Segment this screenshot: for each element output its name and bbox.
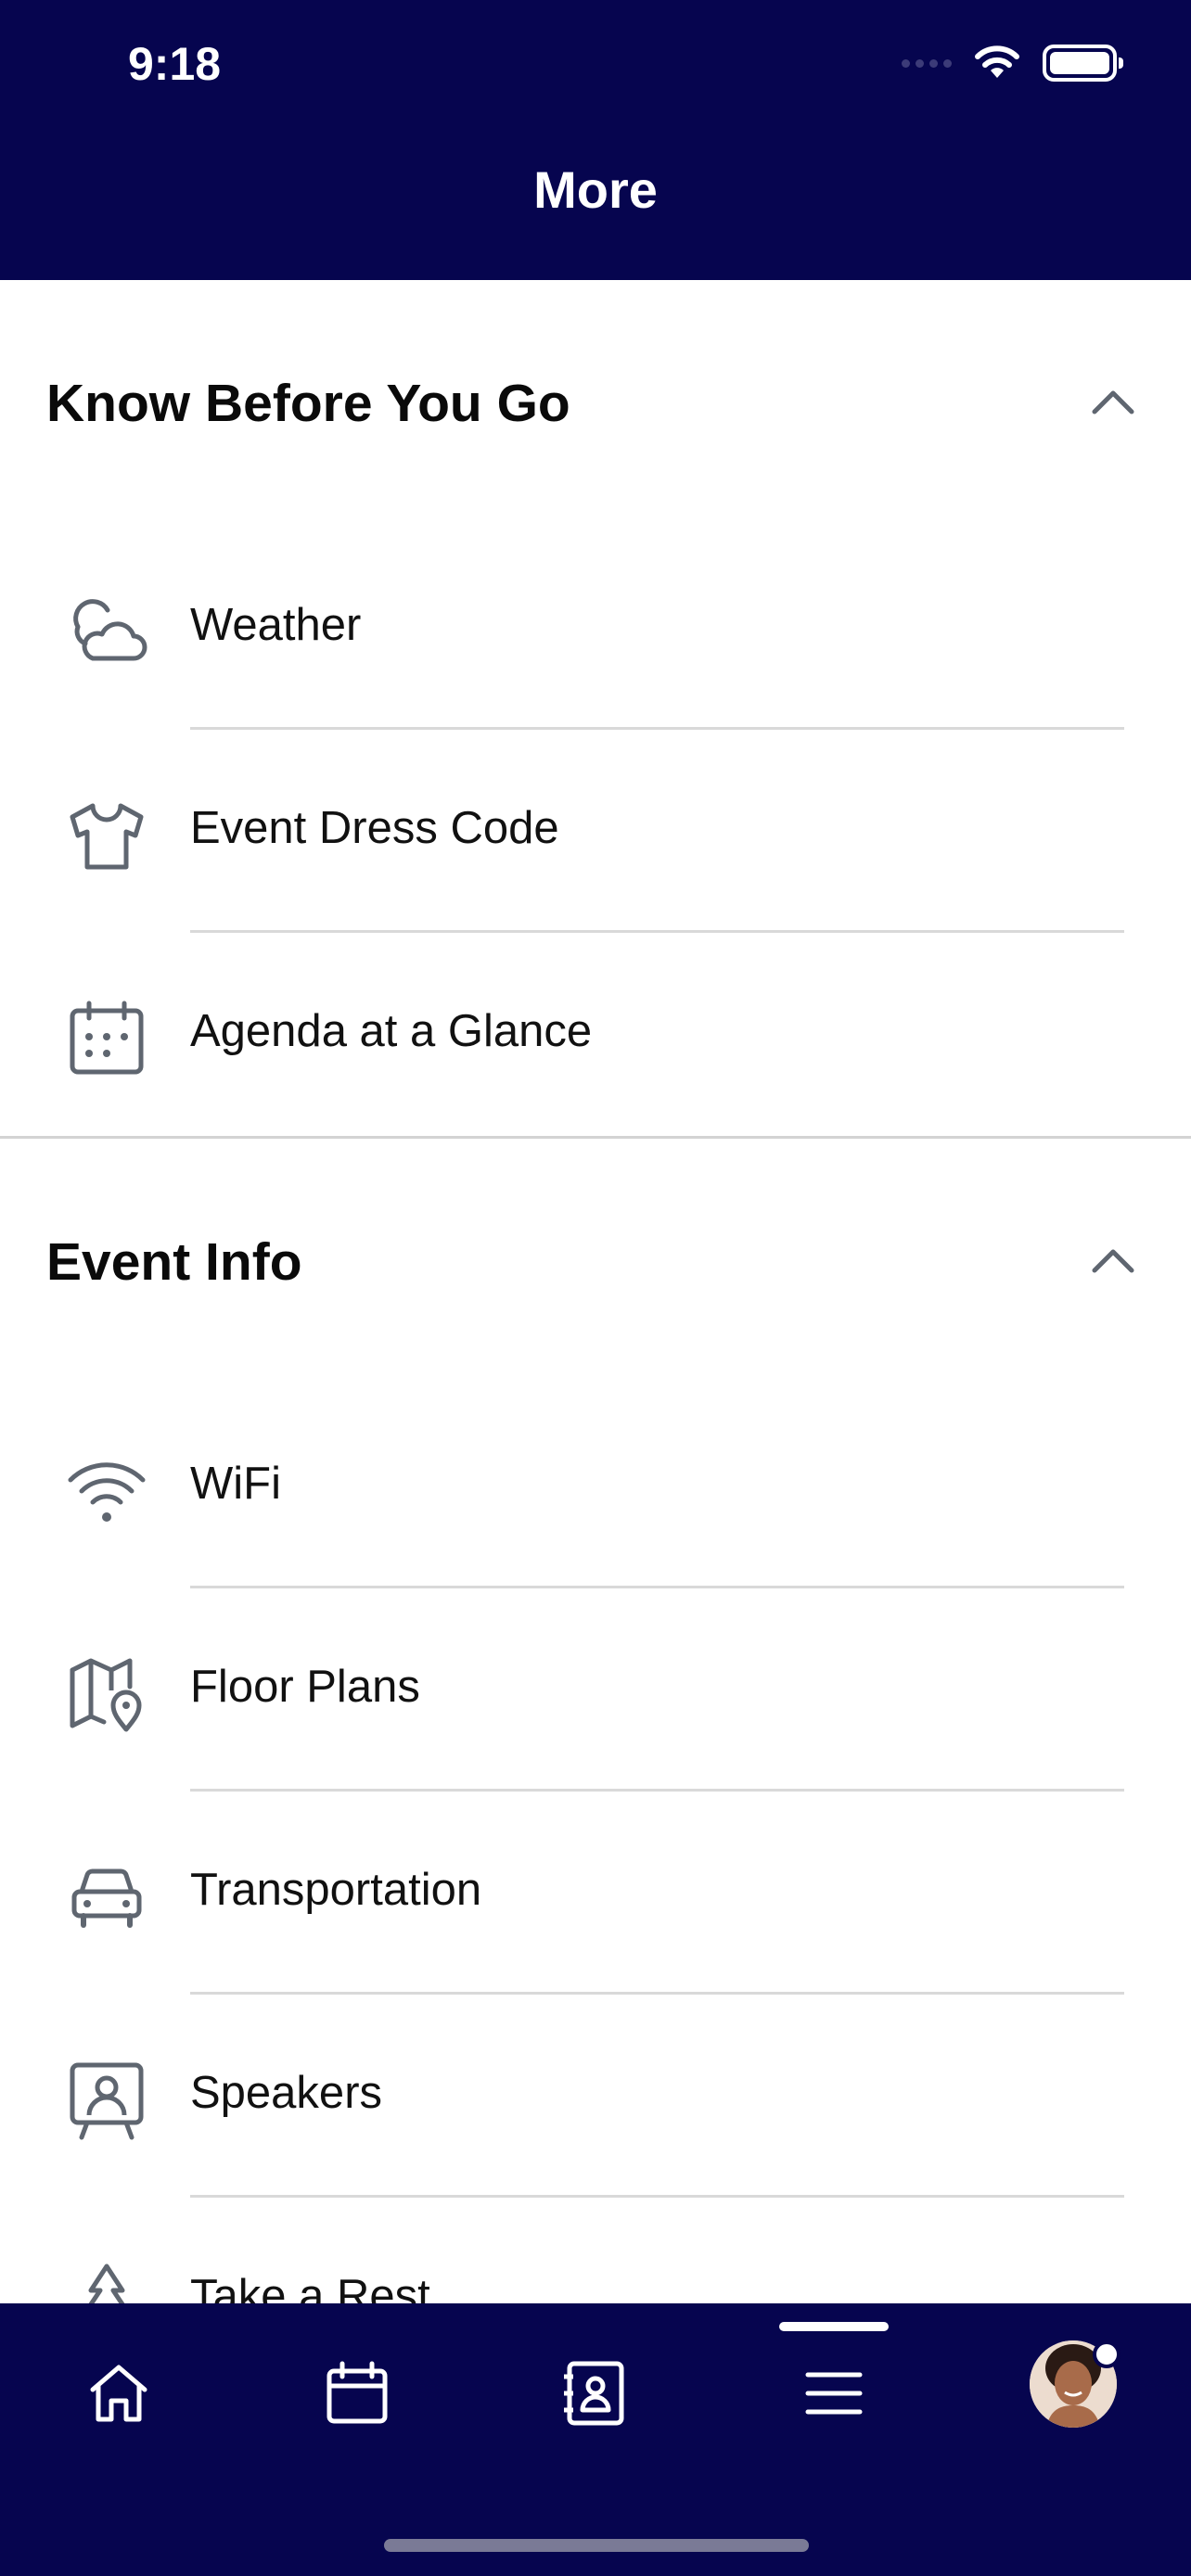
list-item-floor-plans[interactable]: Floor Plans [0, 1588, 1191, 1792]
list-item-speakers[interactable]: Speakers [0, 1995, 1191, 2198]
chevron-up-icon[interactable] [1085, 376, 1141, 432]
tree-icon [88, 2264, 125, 2303]
tab-more[interactable] [783, 2342, 885, 2444]
section-title: Know Before You Go [46, 374, 570, 433]
section-header[interactable]: Event Info [0, 1139, 1191, 1385]
tab-contacts[interactable] [544, 2342, 647, 2444]
section-know-before-you-go: Know Before You Go Weather Event Dress C… [0, 280, 1191, 1136]
list-item-label: Weather [190, 600, 362, 650]
list-item-weather[interactable]: Weather [0, 527, 1191, 730]
car-icon [71, 1868, 142, 1928]
more-list[interactable]: Know Before You Go Weather Event Dress C… [0, 280, 1191, 2303]
calendar-icon [70, 1001, 144, 1075]
list-item-event-dress-code[interactable]: Event Dress Code [0, 730, 1191, 933]
section-header[interactable]: Know Before You Go [0, 280, 1191, 527]
page-title: More [533, 160, 658, 219]
calendar-icon [327, 2361, 388, 2424]
list-item-label: Event Dress Code [190, 803, 559, 853]
tab-home[interactable] [68, 2342, 170, 2444]
section-title: Event Info [46, 1232, 302, 1292]
list-item-wifi[interactable]: WiFi [0, 1385, 1191, 1588]
cloud-icon [73, 599, 147, 661]
list-item-label: Agenda at a Glance [190, 1006, 593, 1056]
battery-icon [1043, 45, 1123, 82]
list-item-take-a-rest[interactable]: Take a Rest [0, 2198, 1191, 2303]
cellular-signal-icon [902, 58, 952, 68]
home-icon [90, 2365, 147, 2422]
shirt-icon [70, 803, 144, 870]
home-indicator[interactable] [384, 2539, 809, 2552]
list-item-agenda-at-a-glance[interactable]: Agenda at a Glance [0, 933, 1191, 1136]
list-item-label: Take a Rest [190, 2271, 430, 2303]
menu-icon [805, 2372, 863, 2415]
notification-dot [1093, 2340, 1121, 2368]
wifi-status-icon [975, 45, 1019, 78]
list-item-label: Transportation [190, 1865, 482, 1915]
tab-selected-indicator [779, 2322, 889, 2331]
tab-bar [0, 2303, 1191, 2576]
map-pin-icon [70, 1658, 142, 1732]
header-bar: 9:18 More [0, 0, 1191, 280]
list-item-label: Speakers [190, 2068, 383, 2118]
section-event-info: Event Info WiFi Floor Plans Transportati… [0, 1139, 1191, 2303]
list-item-label: Floor Plans [190, 1662, 420, 1712]
wifi-icon [68, 1462, 146, 1522]
chevron-up-icon[interactable] [1085, 1235, 1141, 1291]
list-item-label: WiFi [190, 1459, 281, 1509]
presenter-icon [70, 2062, 144, 2140]
list-item-transportation[interactable]: Transportation [0, 1792, 1191, 1995]
status-indicators [902, 45, 1123, 82]
contact-book-icon [564, 2361, 624, 2426]
status-time: 9:18 [128, 38, 222, 90]
tab-agenda[interactable] [306, 2342, 408, 2444]
